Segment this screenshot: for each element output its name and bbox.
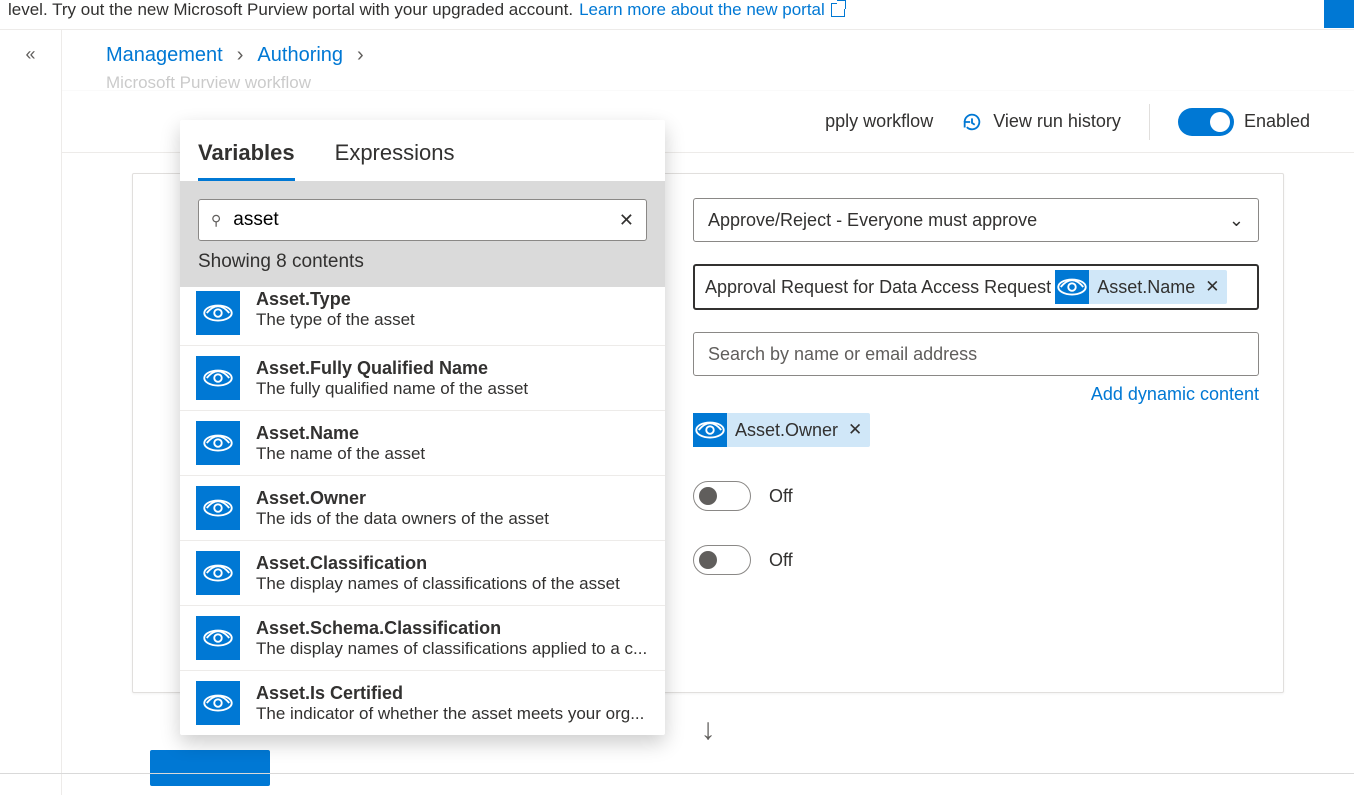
eye-icon xyxy=(196,616,240,660)
variable-item[interactable]: Asset.Is CertifiedThe indicator of wheth… xyxy=(180,670,665,735)
add-dynamic-content-link[interactable]: Add dynamic content xyxy=(1091,384,1259,404)
upgrade-banner: level. Try out the new Microsoft Purview… xyxy=(0,0,1354,30)
eye-icon xyxy=(196,486,240,530)
chevron-right-icon: › xyxy=(237,44,244,67)
eye-icon xyxy=(196,421,240,465)
token-label: Asset.Owner xyxy=(735,420,838,441)
popup-tabs: Variables Expressions xyxy=(180,120,665,181)
apply-workflow-button[interactable]: pply workflow xyxy=(825,111,933,132)
assigned-placeholder: Search by name or email address xyxy=(708,344,977,365)
view-history-label: View run history xyxy=(993,111,1121,132)
external-link-icon xyxy=(831,3,845,17)
variable-name: Asset.Is Certified xyxy=(256,683,644,704)
remove-token-button[interactable]: ✕ xyxy=(848,420,862,440)
token-asset-name[interactable]: Asset.Name ✕ xyxy=(1055,270,1227,304)
variable-name: Asset.Name xyxy=(256,423,425,444)
enabled-toggle-group: Enabled xyxy=(1178,108,1310,136)
variable-description: The display names of classifications of … xyxy=(256,574,620,594)
variable-description: The name of the asset xyxy=(256,444,425,464)
banner-action-button[interactable] xyxy=(1324,0,1354,28)
variable-item[interactable]: Asset.Fully Qualified NameThe fully qual… xyxy=(180,345,665,410)
breadcrumb: Management › Authoring › xyxy=(62,30,1354,73)
enabled-label: Enabled xyxy=(1244,111,1310,132)
breadcrumb-authoring[interactable]: Authoring xyxy=(257,44,343,67)
variables-list: Asset.TypeThe type of the assetAsset.Ful… xyxy=(180,287,665,735)
title-text: Approval Request for Data Access Request xyxy=(705,277,1051,298)
collapse-rail-button[interactable]: « xyxy=(25,44,35,795)
option-toggle-1[interactable] xyxy=(693,481,751,511)
variable-item[interactable]: Asset.OwnerThe ids of the data owners of… xyxy=(180,475,665,540)
variable-description: The display names of classifications app… xyxy=(256,639,647,659)
apply-workflow-label: pply workflow xyxy=(825,111,933,132)
token-asset-owner[interactable]: Asset.Owner ✕ xyxy=(693,413,870,447)
results-count: Showing 8 contents xyxy=(198,251,647,273)
remove-token-button[interactable]: ✕ xyxy=(1205,277,1219,297)
title-input[interactable]: Approval Request for Data Access Request… xyxy=(693,264,1259,310)
banner-link-text: Learn more about the new portal xyxy=(579,0,825,20)
search-icon: ⚲ xyxy=(211,212,221,229)
variable-search-input[interactable] xyxy=(233,209,607,231)
variable-description: The ids of the data owners of the asset xyxy=(256,509,549,529)
eye-icon xyxy=(196,681,240,725)
eye-icon xyxy=(196,356,240,400)
view-run-history-button[interactable]: View run history xyxy=(961,111,1121,133)
variable-item[interactable]: Asset.TypeThe type of the asset xyxy=(180,287,665,345)
toolbar-divider xyxy=(1149,104,1150,140)
variable-description: The indicator of whether the asset meets… xyxy=(256,704,644,724)
approval-type-select[interactable]: Approve/Reject - Everyone must approve ⌄ xyxy=(693,198,1259,242)
eye-icon xyxy=(196,291,240,335)
eye-icon xyxy=(196,551,240,595)
clear-search-button[interactable]: ✕ xyxy=(619,210,634,231)
variable-search-box[interactable]: ⚲ ✕ xyxy=(198,199,647,241)
primary-action-button[interactable] xyxy=(150,750,270,786)
eye-icon xyxy=(693,413,727,447)
variable-item[interactable]: Asset.ClassificationThe display names of… xyxy=(180,540,665,605)
variable-name: Asset.Type xyxy=(256,289,415,310)
approval-type-value: Approve/Reject - Everyone must approve xyxy=(708,210,1037,231)
token-label: Asset.Name xyxy=(1097,277,1195,298)
toggle-off-label: Off xyxy=(769,486,793,507)
assigned-to-input[interactable]: Search by name or email address xyxy=(693,332,1259,376)
dynamic-content-popup: Variables Expressions ⚲ ✕ Showing 8 cont… xyxy=(180,120,665,735)
left-rail: « xyxy=(0,30,62,795)
chevron-down-icon: ⌄ xyxy=(1229,210,1244,231)
variable-name: Asset.Schema.Classification xyxy=(256,618,647,639)
variable-name: Asset.Fully Qualified Name xyxy=(256,358,528,379)
chevron-right-icon: › xyxy=(357,44,364,67)
eye-icon xyxy=(1055,270,1089,304)
tab-variables[interactable]: Variables xyxy=(198,140,295,181)
variable-description: The fully qualified name of the asset xyxy=(256,379,528,399)
banner-learn-more-link[interactable]: Learn more about the new portal xyxy=(579,0,845,20)
variable-name: Asset.Classification xyxy=(256,553,620,574)
variable-name: Asset.Owner xyxy=(256,488,549,509)
option-toggle-2[interactable] xyxy=(693,545,751,575)
add-step-arrow[interactable]: ↓ xyxy=(701,713,716,747)
breadcrumb-management[interactable]: Management xyxy=(106,44,223,67)
toggle-off-label: Off xyxy=(769,550,793,571)
tab-expressions[interactable]: Expressions xyxy=(335,140,455,181)
variable-item[interactable]: Asset.NameThe name of the asset xyxy=(180,410,665,475)
footer-divider xyxy=(0,773,1354,774)
variable-description: The type of the asset xyxy=(256,310,415,330)
page-subtitle: Microsoft Purview workflow xyxy=(62,73,1354,91)
enabled-toggle[interactable] xyxy=(1178,108,1234,136)
history-icon xyxy=(961,111,983,133)
variable-item[interactable]: Asset.Schema.ClassificationThe display n… xyxy=(180,605,665,670)
banner-text: level. Try out the new Microsoft Purview… xyxy=(8,0,573,20)
